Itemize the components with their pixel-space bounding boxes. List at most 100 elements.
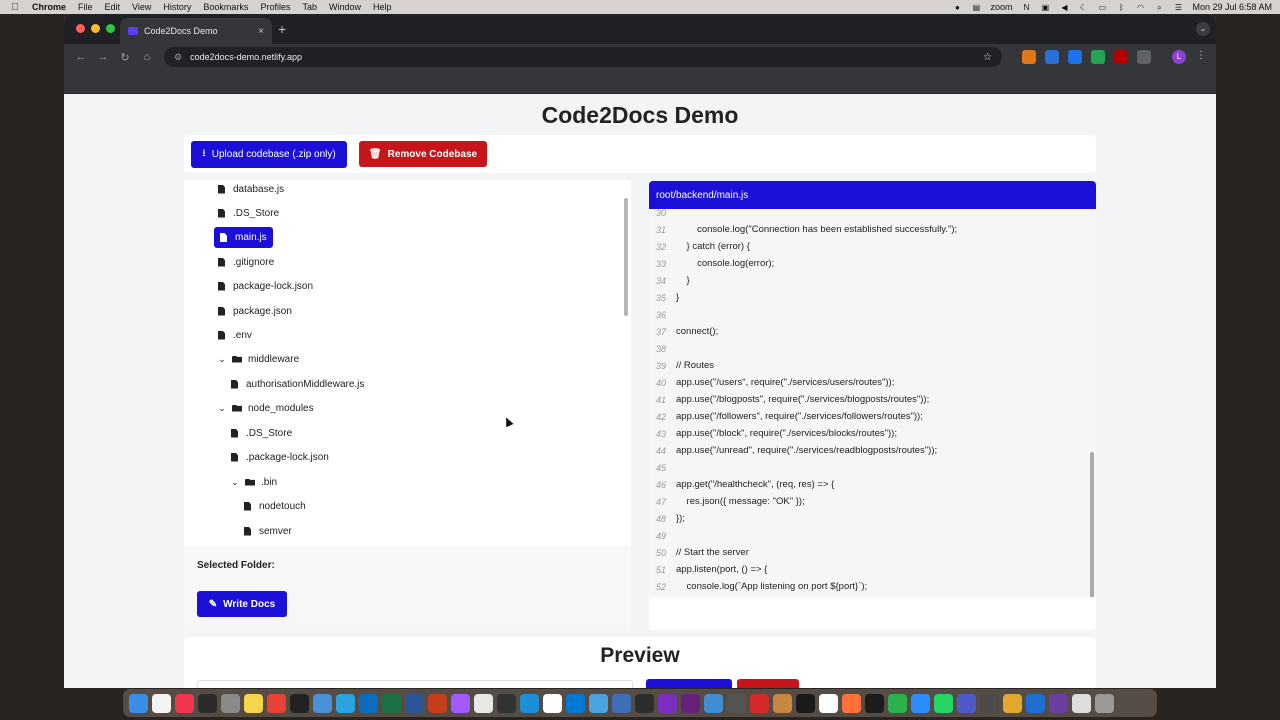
app-icon-26[interactable] [704,693,723,713]
chevron-down-icon[interactable]: ⌄ [230,477,240,488]
safari-icon[interactable] [589,693,608,713]
menu-profiles[interactable]: Profiles [260,2,290,12]
tree-item[interactable]: .DS_Store [218,203,279,223]
chevron-down-icon[interactable]: ⌄ [217,403,227,414]
settings-icon[interactable] [221,693,240,713]
tab-close-icon[interactable]: × [258,26,264,37]
outlook-icon[interactable] [359,693,378,713]
vscode-icon[interactable] [566,693,585,713]
downloads-stack-icon[interactable] [1072,693,1091,713]
tree-folder[interactable]: ⌄ middleware [217,349,299,369]
tab-search-icon[interactable]: ⌄ [1196,22,1210,36]
music-icon[interactable] [175,693,194,713]
menu-window[interactable]: Window [329,2,361,12]
file-tree[interactable]: database.js .DS_Store main.js .gitignore… [184,180,631,546]
volume-icon[interactable]: ◀ [1059,3,1069,12]
menu-help[interactable]: Help [373,2,392,12]
profile-avatar[interactable]: L [1172,50,1186,64]
menu-edit[interactable]: Edit [105,2,121,12]
teams-icon[interactable] [957,693,976,713]
app-icon-22[interactable] [612,693,631,713]
preview-app-icon[interactable] [313,693,332,713]
site-info-icon[interactable]: ⚙ [174,52,182,63]
zoom-app-icon[interactable] [911,693,930,713]
clipboard-icon[interactable]: ▤ [971,3,981,12]
menu-history[interactable]: History [163,2,191,12]
notion-icon[interactable]: N [1021,3,1031,12]
wikipedia-icon[interactable] [819,693,838,713]
clock[interactable]: Mon 29 Jul 6:58 AM [1192,2,1272,12]
whatsapp-icon[interactable] [934,693,953,713]
github-icon[interactable] [497,693,516,713]
write-docs-button[interactable]: ✎ Write Docs [197,591,287,617]
extension-icon-3[interactable] [1068,50,1082,64]
new-tab-button[interactable]: + [278,21,286,37]
tree-item[interactable]: nodetouch [244,496,306,516]
firefox-icon[interactable] [842,693,861,713]
preview-input[interactable] [197,680,633,688]
upload-codebase-button[interactable]: ⭳ Upload codebase (.zip only) [191,141,347,168]
app-icon-33[interactable] [865,693,884,713]
apple-menu-icon[interactable]:  [8,2,22,13]
app-icon-39[interactable] [1003,693,1022,713]
tree-item[interactable]: .env [218,325,252,345]
preview-primary-button[interactable] [646,679,732,688]
spotify-icon[interactable] [888,693,907,713]
tree-item[interactable]: database.js [218,180,284,199]
tree-folder[interactable]: ⌄ node_modules [217,398,313,418]
tree-scrollbar[interactable] [624,198,628,316]
menu-app-name[interactable]: Chrome [32,2,66,12]
wifi-icon[interactable]: ◠ [1135,3,1145,12]
calendar-icon[interactable] [152,693,171,713]
bookmark-star-icon[interactable]: ☆ [983,52,992,63]
tree-item[interactable]: package.json [218,301,292,321]
telegram-icon[interactable] [336,693,355,713]
menu-view[interactable]: View [132,2,151,12]
record-icon[interactable]: ● [952,3,962,12]
figma-icon[interactable] [451,693,470,713]
notes-icon[interactable] [244,693,263,713]
textedit-icon[interactable] [474,693,493,713]
menu-tab[interactable]: Tab [302,2,317,12]
app-icon-24[interactable] [658,693,677,713]
app-icon-30[interactable] [796,693,815,713]
remove-codebase-button[interactable]: 🗑 Remove Codebase [359,141,487,167]
code-viewer[interactable]: 30 31 console.log("Connection has been e… [649,209,1096,597]
tree-folder[interactable]: ⌄ .bin [230,472,277,492]
terminal-icon[interactable] [198,693,217,713]
app-icon-41[interactable] [1049,693,1068,713]
display-icon[interactable]: ▣ [1040,3,1050,12]
address-bar[interactable]: ⚙ code2docs-demo.netlify.app ☆ [164,47,1002,67]
ublock-extension-icon[interactable] [1114,50,1128,64]
moon-icon[interactable]: ☾ [1078,3,1088,12]
visual-studio-icon[interactable] [681,693,700,713]
notion-app-icon[interactable] [543,693,562,713]
battery-icon[interactable]: ▭ [1097,3,1107,12]
app-icon-29[interactable] [773,693,792,713]
browser-tab[interactable]: Code2Docs Demo × [120,18,272,44]
tree-item[interactable]: .DS_Store [231,423,292,443]
back-icon[interactable]: ← [70,51,92,63]
powerpoint-icon[interactable] [428,693,447,713]
close-window-button[interactable] [76,24,85,33]
app-icon-27[interactable] [727,693,746,713]
tree-item[interactable]: .gitignore [218,252,274,272]
menu-bookmarks[interactable]: Bookmarks [203,2,248,12]
tree-item[interactable]: .package-lock.json [231,447,329,467]
reload-icon[interactable]: ↻ [114,51,136,64]
bluetooth-app-icon[interactable] [1026,693,1045,713]
tree-item[interactable]: semver [244,521,292,541]
xcode-icon[interactable] [520,693,539,713]
app-icon-23[interactable] [635,693,654,713]
search-icon[interactable]: ⌕ [1154,3,1164,12]
maximize-window-button[interactable] [106,24,115,33]
excel-icon[interactable] [382,693,401,713]
forward-icon[interactable]: → [92,51,114,63]
chevron-down-icon[interactable]: ⌄ [217,354,227,365]
minimize-window-button[interactable] [91,24,100,33]
iterm-icon[interactable] [290,693,309,713]
filezilla-icon[interactable] [750,693,769,713]
app-icon-38[interactable] [980,693,999,713]
tree-item[interactable]: package-lock.json [218,276,313,296]
word-icon[interactable] [405,693,424,713]
